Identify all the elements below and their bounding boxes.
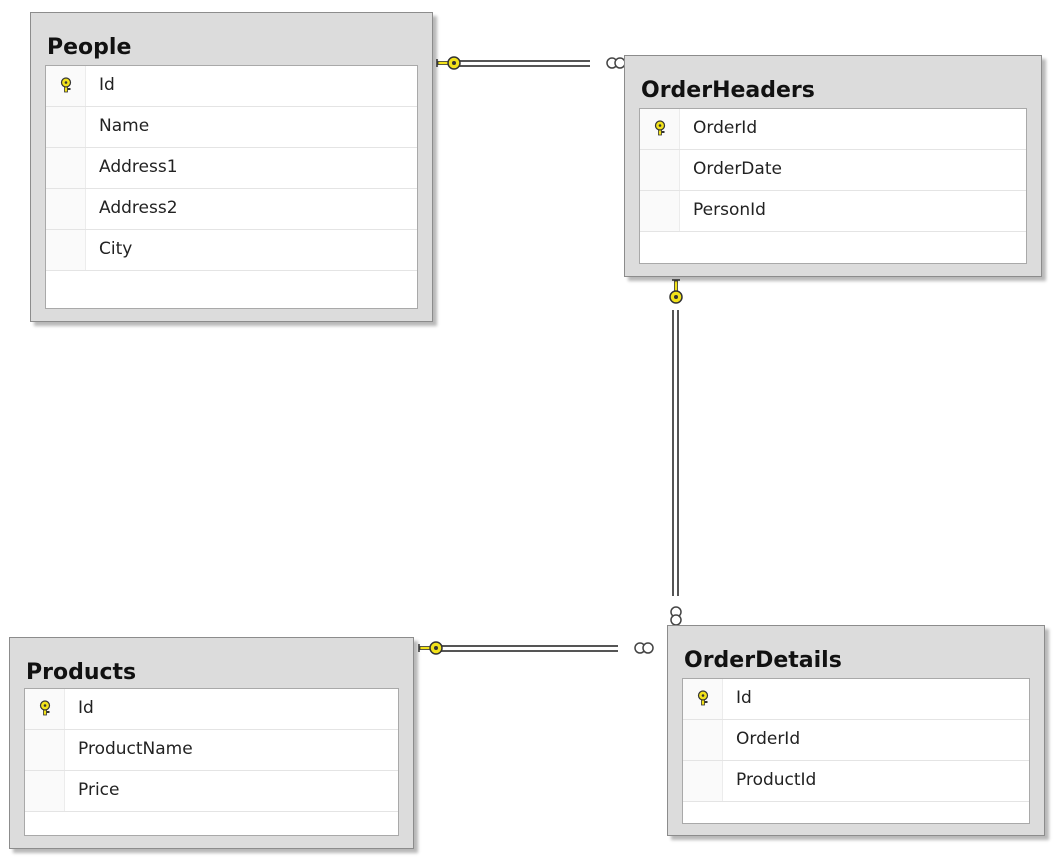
column-row[interactable]: Id — [683, 679, 1029, 720]
column-grid: Id Name Address1 Address2 City — [45, 65, 418, 309]
infinity-end-icon — [634, 642, 654, 654]
row-selector — [46, 107, 86, 147]
primary-key-icon — [697, 690, 709, 706]
column-row[interactable]: Id — [46, 66, 417, 107]
column-row[interactable]: OrderId — [640, 109, 1026, 150]
column-name: Id — [736, 688, 752, 708]
column-name: ProductId — [736, 770, 817, 790]
empty-row[interactable] — [25, 812, 398, 853]
column-row[interactable]: Address1 — [46, 148, 417, 189]
row-selector — [25, 730, 65, 770]
table-title: Products — [26, 660, 137, 685]
column-row[interactable]: OrderDate — [640, 150, 1026, 191]
column-row[interactable]: Name — [46, 107, 417, 148]
row-selector — [683, 720, 723, 760]
row-selector — [683, 761, 723, 801]
column-name: City — [99, 239, 133, 259]
column-row[interactable]: City — [46, 230, 417, 271]
rel-people-orderheaders[interactable] — [436, 56, 626, 70]
column-grid: OrderId OrderDate PersonId — [639, 108, 1027, 264]
infinity-end-icon — [670, 606, 682, 626]
row-selector — [46, 230, 86, 270]
primary-key-icon — [654, 120, 666, 136]
column-name: Price — [78, 780, 120, 800]
column-name: ProductName — [78, 739, 193, 759]
column-grid: Id OrderId ProductId — [682, 678, 1030, 824]
row-selector — [640, 150, 680, 190]
empty-row[interactable] — [683, 802, 1029, 843]
column-name: PersonId — [693, 200, 766, 220]
table-title: OrderHeaders — [641, 78, 815, 103]
key-end-icon — [418, 641, 443, 655]
row-selector — [25, 771, 65, 811]
column-name: Address1 — [99, 157, 178, 177]
column-row[interactable]: PersonId — [640, 191, 1026, 232]
column-name: Name — [99, 116, 150, 136]
column-row[interactable]: OrderId — [683, 720, 1029, 761]
column-name: OrderDate — [693, 159, 782, 179]
table-orderheaders[interactable]: OrderHeaders OrderId OrderDate PersonId — [624, 55, 1042, 277]
column-row[interactable]: ProductId — [683, 761, 1029, 802]
infinity-end-icon — [606, 57, 626, 69]
primary-key-icon — [39, 700, 51, 716]
table-orderdetails[interactable]: OrderDetails Id OrderId ProductId — [667, 625, 1045, 836]
rel-orderheaders-orderdetails[interactable] — [669, 279, 683, 626]
table-title: People — [47, 35, 132, 60]
row-selector — [640, 191, 680, 231]
column-name: Address2 — [99, 198, 178, 218]
column-name: Id — [78, 698, 94, 718]
primary-key-icon — [60, 77, 72, 93]
column-row[interactable]: Price — [25, 771, 398, 812]
column-row[interactable]: ProductName — [25, 730, 398, 771]
table-people[interactable]: People Id Name Address1 Address2 City — [30, 12, 433, 322]
key-end-icon — [436, 56, 461, 70]
empty-row[interactable] — [640, 232, 1026, 273]
column-row[interactable]: Address2 — [46, 189, 417, 230]
row-selector — [46, 189, 86, 229]
column-row[interactable]: Id — [25, 689, 398, 730]
column-grid: Id ProductName Price — [24, 688, 399, 836]
table-title: OrderDetails — [684, 648, 842, 673]
table-products[interactable]: Products Id ProductName Price — [9, 637, 414, 849]
row-selector — [46, 148, 86, 188]
column-name: OrderId — [693, 118, 758, 138]
column-name: Id — [99, 75, 115, 95]
empty-row[interactable] — [46, 271, 417, 312]
rel-products-orderdetails[interactable] — [418, 641, 654, 655]
key-end-icon — [669, 279, 683, 304]
column-name: OrderId — [736, 729, 801, 749]
